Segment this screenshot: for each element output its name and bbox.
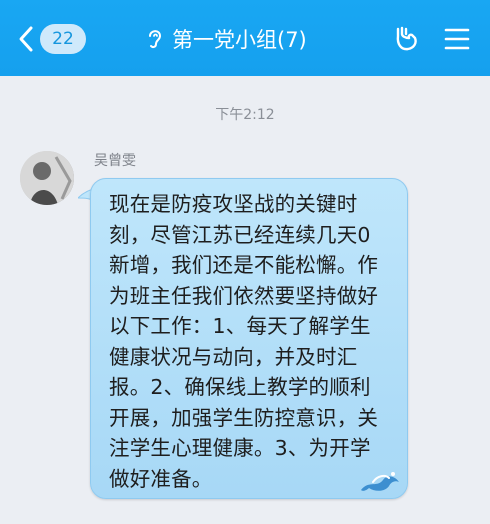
message-bubble[interactable]: 现在是防疫攻坚战的关键时刻，尽管江苏已经连续几天0新增，我们还是不能松懈。作为班… bbox=[90, 178, 408, 499]
avatar[interactable] bbox=[20, 151, 74, 205]
top-bar: 22 第一党小组(7) bbox=[0, 0, 490, 76]
chat-title-area: 第一党小组(7) bbox=[146, 24, 307, 54]
sender-name: 吴曾雯 bbox=[94, 153, 136, 169]
menu-icon[interactable] bbox=[444, 27, 470, 51]
message-text: 现在是防疫攻坚战的关键时刻，尽管江苏已经连续几天0新增，我们还是不能松懈。作为班… bbox=[109, 192, 379, 491]
chevron-left-icon bbox=[19, 26, 33, 52]
person-photo-icon bbox=[20, 151, 74, 205]
back-button[interactable]: 22 bbox=[18, 24, 86, 54]
wave-decoration-icon bbox=[361, 472, 399, 491]
ear-icon bbox=[149, 30, 162, 49]
unread-count-badge: 22 bbox=[40, 24, 86, 54]
hand-sign-icon[interactable] bbox=[392, 24, 422, 54]
message-timestamp: 下午2:12 bbox=[215, 107, 275, 123]
chat-title: 第一党小组(7) bbox=[172, 28, 307, 52]
